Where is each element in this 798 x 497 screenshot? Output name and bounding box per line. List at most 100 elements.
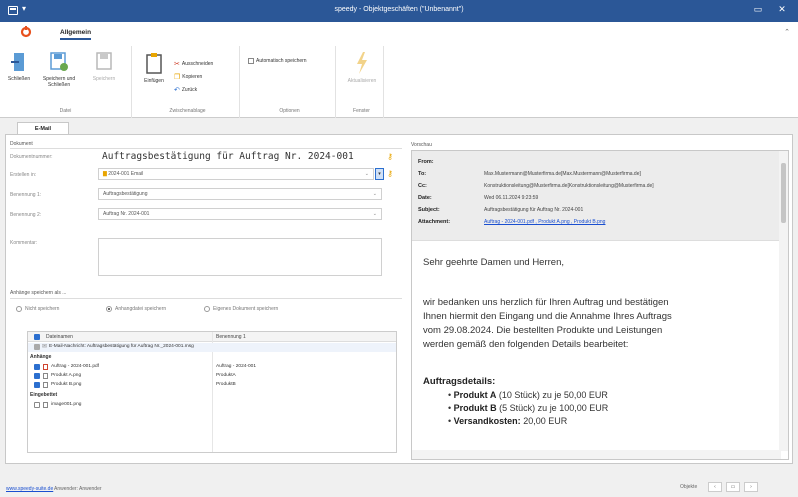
key-icon[interactable]: ⚷ (385, 152, 395, 162)
col-benennung[interactable]: Benennung 1 (216, 334, 246, 340)
attachment-links[interactable]: Auftrag - 2024-001.pdf , Produkt A.png ,… (484, 219, 605, 225)
dokumentnummer-value[interactable]: Auftragsbestätigung für Auftrag Nr. 2024… (102, 151, 354, 162)
detail-item-bold: Versandkosten: (453, 416, 521, 426)
save-and-close-label: Speichern und Schließen (42, 76, 76, 88)
image-file-icon (43, 402, 48, 408)
copy-label: Kopieren (182, 74, 203, 80)
group-fenster-name: Fenster (353, 108, 370, 114)
chevron-down-icon[interactable]: ⌄ (373, 209, 377, 219)
clipboard-icon (146, 53, 162, 74)
kommentar-field[interactable] (98, 238, 382, 276)
attachment-label: Attachment: (418, 219, 451, 225)
details-heading: Auftragsdetails: (423, 376, 496, 387)
from-label: From: (418, 159, 434, 165)
nav-prev-button[interactable]: ‹ (708, 482, 722, 492)
file-name: image001.png (51, 402, 82, 407)
row-checkbox[interactable] (34, 382, 40, 388)
detail-item: • Produkt A (10 Stück) zu je 50,00 EUR (448, 390, 608, 400)
title-bar: ▾ speedy - Objektgeschäften ("Unbenannt"… (0, 0, 798, 22)
cc-value: Konstruktionsleitung@Musterfirma.de[Kons… (484, 183, 654, 189)
subject-label: Subject: (418, 207, 440, 213)
chevron-down-icon[interactable]: ⌄ (373, 189, 377, 199)
key-icon[interactable]: ⚷ (385, 169, 395, 179)
close-button[interactable]: ✕ (776, 4, 788, 15)
image-file-icon (43, 373, 48, 379)
chevron-down-icon[interactable]: ⌄ (365, 169, 369, 179)
file-bez: Auftrag - 2024-001 (216, 364, 257, 369)
ribbon-collapse-icon[interactable]: ⌃ (784, 28, 790, 36)
copy-icon: ❐ (174, 74, 181, 81)
status-bar: www.speedy-suite.de Anwender: Anwender O… (0, 466, 798, 497)
cut-label: Ausschneiden (181, 61, 214, 67)
section-dokument: Dokument (10, 141, 33, 147)
detail-item-rest: (10 Stück) zu je 50,00 EUR (496, 390, 608, 400)
radio-anhangdatei-speichern[interactable]: Anhangdatei speichern (106, 306, 166, 312)
file-name: Auftrag - 2024-001.pdf (51, 364, 100, 369)
objekte-label: Objekte (680, 484, 698, 490)
table-row[interactable]: image001.png (28, 401, 396, 410)
benennung1-field[interactable]: Auftragsbestätigung ⌄ (98, 188, 382, 200)
to-label: To: (418, 171, 427, 177)
detail-item: • Versandkosten: 20,00 EUR (448, 416, 568, 426)
benennung2-value: Auftrag Nr. 2024-001 (103, 211, 150, 217)
benennung1-value: Auftragsbestätigung (103, 191, 148, 197)
group-anhaenge: Anhänge (30, 354, 52, 360)
image-file-icon (43, 382, 48, 388)
group-zwischenablage: Einfügen ✂ Ausschneiden ❐ Kopieren ↶ Zur… (136, 46, 240, 118)
tab-allgemein[interactable]: Allgemein (60, 29, 92, 40)
restore-button[interactable]: ▭ (752, 4, 764, 15)
table-row[interactable]: ✉ E-Mail-Nachricht: Auftragsbestätigung … (28, 343, 396, 352)
undo-button[interactable]: ↶ Zurück (174, 86, 197, 94)
radio-eigenes-dokument[interactable]: Eigenes Dokument speichern (204, 306, 278, 312)
save-and-close-button[interactable]: Speichern und Schließen (38, 52, 80, 88)
auto-save-checkbox[interactable]: Automatisch speichern (248, 58, 307, 64)
erstellen-in-field[interactable]: ▇ 2024-001 Email ⌄ (98, 168, 374, 180)
benennung2-field[interactable]: Auftrag Nr. 2024-001 ⌄ (98, 208, 382, 220)
horizontal-scrollbar[interactable] (412, 450, 781, 459)
save-button[interactable]: Speichern (86, 52, 122, 82)
section-vorschau: Vorschau (411, 142, 432, 148)
date-value: Wed 06.11.2024 9:23:59 (484, 195, 539, 201)
vertical-scrollbar[interactable] (779, 151, 788, 451)
radio-icon (204, 306, 210, 312)
cut-button[interactable]: ✂ Ausschneiden (174, 60, 213, 68)
door-exit-icon (11, 53, 24, 71)
radio-label: Anhangdatei speichern (115, 306, 167, 312)
copy-button[interactable]: ❐ Kopieren (174, 73, 202, 81)
window-title: speedy - Objektgeschäften ("Unbenannt") (334, 6, 464, 13)
row-checkbox[interactable] (34, 402, 40, 408)
refresh-button[interactable]: Aktualisieren (344, 52, 380, 84)
group-optionen-name: Optionen (279, 108, 300, 114)
subject-value: Auftragsbestätigung für Auftrag Nr. 2024… (484, 207, 584, 213)
erstellen-in-value: 2024-001 Email (108, 171, 144, 177)
table-row[interactable]: Auftrag - 2024-001.pdf Auftrag - 2024-00… (28, 363, 396, 372)
nav-next-button[interactable]: › (744, 482, 758, 492)
table-row[interactable]: Produkt A.png ProduktA (28, 372, 396, 381)
nav-page-button[interactable]: ▭ (726, 482, 740, 492)
erstellen-in-label: Erstellen in: (10, 172, 37, 178)
scroll-thumb[interactable] (781, 163, 786, 223)
dropdown-button[interactable]: ▾ (375, 168, 384, 180)
website-link[interactable]: www.speedy-suite.de (6, 486, 53, 492)
speedy-logo-icon[interactable] (20, 26, 32, 38)
lightning-icon (357, 52, 367, 74)
detail-item-bold: Produkt A (453, 390, 497, 400)
body-line: werden gemäß den folgenden Details bearb… (423, 339, 629, 350)
file-name: Produkt B.png (51, 382, 82, 387)
table-row[interactable]: Produkt B.png ProduktB (28, 381, 396, 390)
radio-nicht-speichern[interactable]: Nicht speichern (16, 306, 59, 312)
undo-icon: ↶ (174, 87, 180, 94)
scissors-icon: ✂ (174, 61, 180, 68)
close-doc-button[interactable]: Schließen (4, 52, 34, 82)
detail-item-rest: (5 Stück) zu je 100,00 EUR (496, 403, 609, 413)
col-dateinamen[interactable]: Dateinamen (46, 334, 73, 340)
radio-selected-icon (106, 306, 112, 312)
row-checkbox[interactable] (34, 344, 40, 350)
select-all-checkbox[interactable] (34, 334, 40, 340)
paste-button[interactable]: Einfügen (140, 52, 168, 84)
save-close-icon (50, 52, 68, 71)
row-checkbox[interactable] (34, 364, 40, 370)
row-checkbox[interactable] (34, 373, 40, 379)
envelope-icon: ✉ (42, 344, 48, 350)
divider (10, 298, 402, 299)
